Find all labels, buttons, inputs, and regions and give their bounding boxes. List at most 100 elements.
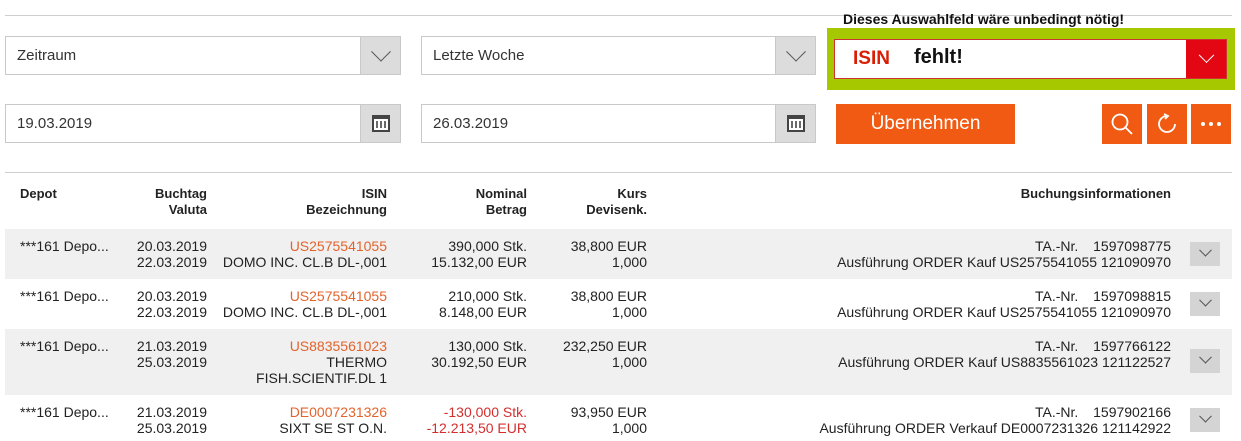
- header-isin-bezeichnung: ISIN Bezeichnung: [227, 186, 387, 218]
- row-expand-button[interactable]: [1190, 242, 1220, 266]
- refresh-button[interactable]: [1147, 104, 1187, 144]
- cell-depot: ***161 Depo...: [20, 404, 109, 420]
- header-buchtag-valuta: Buchtag Valuta: [107, 186, 207, 218]
- cell-nominal: -130,000 Stk.: [443, 404, 527, 420]
- cell-buchtag: 21.03.2019: [136, 338, 207, 354]
- cell-nominal: 210,000 Stk.: [448, 288, 527, 304]
- cell-isin-link[interactable]: DE0007231326: [217, 404, 387, 420]
- cell-ta-label: TA.-Nr.: [1035, 404, 1079, 420]
- cell-ta-nr: 1597098775: [1093, 238, 1171, 254]
- header-kurs-devisenk: Kurs Devisenk.: [547, 186, 647, 218]
- cell-kurs: 38,800 EUR: [570, 288, 647, 304]
- header-buchtag: Buchtag: [155, 186, 207, 201]
- cell-isin-link[interactable]: US8835561023: [217, 338, 387, 354]
- header-kurs: Kurs: [617, 186, 647, 201]
- chevron-down-icon: [370, 41, 391, 62]
- cell-buchtag: 20.03.2019: [136, 238, 207, 254]
- chevron-down-icon: [1198, 350, 1212, 364]
- isin-missing-message: fehlt!: [914, 46, 963, 68]
- period-type-select[interactable]: Zeitraum: [5, 36, 401, 75]
- chevron-down-icon: [1198, 46, 1214, 63]
- calendar-icon: [371, 115, 390, 132]
- period-type-dropdown-button[interactable]: [360, 37, 400, 74]
- cell-valuta: 25.03.2019: [136, 354, 207, 370]
- cell-nominal: 130,000 Stk.: [448, 338, 527, 354]
- cell-buchtag: 21.03.2019: [136, 404, 207, 420]
- date-from-calendar-button[interactable]: [360, 105, 400, 142]
- period-value-dropdown-button[interactable]: [775, 37, 815, 74]
- chevron-down-icon: [785, 41, 806, 62]
- header-isin: ISIN: [361, 186, 387, 201]
- period-type-value: Zeitraum: [17, 47, 77, 64]
- chevron-down-icon: [1198, 409, 1212, 423]
- cell-ta-label: TA.-Nr.: [1035, 288, 1079, 304]
- more-icon: [1201, 122, 1221, 126]
- header-nominal: Nominal: [475, 186, 527, 201]
- cell-bezeichnung-line2: FISH.SCIENTIF.DL 1: [256, 370, 387, 386]
- chevron-down-icon: [1198, 293, 1212, 307]
- cell-devisenk: 1,000: [611, 420, 647, 436]
- cell-ta-nr: 1597902166: [1093, 404, 1171, 420]
- cell-betrag: 30.192,50 EUR: [431, 354, 527, 370]
- cell-valuta: 25.03.2019: [136, 420, 207, 436]
- apply-button[interactable]: Übernehmen: [836, 104, 1015, 144]
- cell-buchtag: 20.03.2019: [136, 288, 207, 304]
- row-expand-button[interactable]: [1190, 349, 1220, 373]
- cell-valuta: 22.03.2019: [136, 254, 207, 270]
- isin-annotation-highlight: ISIN fehlt!: [827, 28, 1235, 90]
- cell-depot: ***161 Depo...: [20, 338, 109, 354]
- cell-kurs: 232,250 EUR: [562, 338, 647, 354]
- search-button[interactable]: [1102, 104, 1142, 144]
- more-button[interactable]: [1191, 104, 1231, 144]
- cell-bezeichnung: SIXT SE ST O.N.: [279, 420, 387, 436]
- isin-select[interactable]: ISIN fehlt!: [834, 39, 1227, 79]
- cell-nominal: 390,000 Stk.: [448, 238, 527, 254]
- cell-buchungsinfo: Ausführung ORDER Verkauf DE0007231326 12…: [819, 420, 1171, 436]
- cell-bezeichnung: DOMO INC. CL.B DL-,001: [222, 254, 387, 270]
- cell-ta-label: TA.-Nr.: [1035, 238, 1079, 254]
- cell-ta-nr: 1597098815: [1093, 288, 1171, 304]
- cell-bezeichnung: DOMO INC. CL.B DL-,001: [222, 304, 387, 320]
- cell-betrag: 15.132,00 EUR: [431, 254, 527, 270]
- cell-ta-nr: 1597766122: [1093, 338, 1171, 354]
- cell-valuta: 22.03.2019: [136, 304, 207, 320]
- table-row[interactable]: ***161 Depo... 20.03.2019 22.03.2019 US2…: [5, 279, 1232, 329]
- cell-devisenk: 1,000: [611, 304, 647, 320]
- table-row[interactable]: ***161 Depo... 20.03.2019 22.03.2019 US2…: [5, 229, 1232, 279]
- annotation-hint: Dieses Auswahlfeld wäre unbedingt nötig!: [843, 11, 1125, 27]
- header-nominal-betrag: Nominal Betrag: [417, 186, 527, 218]
- cell-buchungsinfo: Ausführung ORDER Kauf US2575541055 12109…: [837, 254, 1171, 270]
- cell-bezeichnung: THERMO: [326, 354, 387, 370]
- header-betrag: Betrag: [485, 202, 527, 217]
- cell-kurs: 93,950 EUR: [570, 404, 647, 420]
- cell-betrag: -12.213,50 EUR: [426, 420, 527, 436]
- date-to-field[interactable]: 26.03.2019: [421, 104, 816, 143]
- row-expand-button[interactable]: [1190, 292, 1220, 316]
- isin-label: ISIN: [853, 48, 890, 69]
- cell-ta-label: TA.-Nr.: [1035, 338, 1079, 354]
- refresh-icon: [1158, 113, 1176, 133]
- cell-isin-link[interactable]: US2575541055: [217, 288, 387, 304]
- search-icon: [1111, 113, 1133, 135]
- row-expand-button[interactable]: [1190, 408, 1220, 432]
- header-buchungsinformationen: Buchungsinformationen: [1020, 186, 1171, 201]
- date-from-value: 19.03.2019: [17, 115, 93, 132]
- period-value: Letzte Woche: [433, 47, 525, 64]
- period-value-select[interactable]: Letzte Woche: [421, 36, 816, 75]
- date-to-calendar-button[interactable]: [775, 105, 815, 142]
- cell-buchungsinfo: Ausführung ORDER Kauf US2575541055 12109…: [837, 304, 1171, 320]
- cell-devisenk: 1,000: [611, 254, 647, 270]
- date-to-value: 26.03.2019: [433, 115, 509, 132]
- table-divider: [5, 172, 1232, 173]
- chevron-down-icon: [1198, 243, 1212, 257]
- header-devisenk: Devisenk.: [586, 202, 647, 217]
- header-valuta: Valuta: [168, 202, 207, 217]
- header-depot: Depot: [20, 186, 57, 201]
- cell-kurs: 38,800 EUR: [570, 238, 647, 254]
- isin-dropdown-button[interactable]: [1186, 40, 1226, 78]
- cell-isin-link[interactable]: US2575541055: [217, 238, 387, 254]
- cell-devisenk: 1,000: [611, 354, 647, 370]
- date-from-field[interactable]: 19.03.2019: [5, 104, 401, 143]
- table-row[interactable]: ***161 Depo... 21.03.2019 25.03.2019 US8…: [5, 329, 1232, 395]
- table-row[interactable]: ***161 Depo... 21.03.2019 25.03.2019 DE0…: [5, 395, 1232, 441]
